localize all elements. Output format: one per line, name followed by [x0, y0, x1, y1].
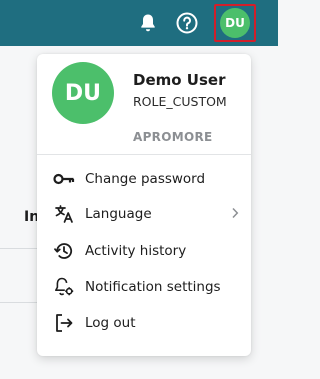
notifications-button[interactable] — [133, 0, 163, 46]
menu-item-label: Change password — [85, 171, 206, 187]
user-role: ROLE_CUSTOM — [133, 94, 227, 109]
user-card: DU Demo User ROLE_CUSTOM APROMORE — [37, 54, 251, 154]
avatar: DU — [220, 8, 250, 38]
menu-item-label: Notification settings — [85, 279, 221, 295]
history-icon — [53, 240, 75, 262]
logout-item[interactable]: Log out — [37, 305, 251, 341]
organization-name: APROMORE — [133, 130, 213, 144]
user-dropdown-menu: DU Demo User ROLE_CUSTOM APROMORE Change… — [37, 54, 251, 356]
user-menu-button[interactable]: DU — [214, 4, 256, 42]
help-icon — [176, 12, 198, 34]
activity-history-item[interactable]: Activity history — [37, 233, 251, 269]
background-divider — [0, 248, 40, 249]
notification-settings-item[interactable]: Notification settings — [37, 269, 251, 305]
menu-divider — [37, 154, 251, 155]
notification-settings-icon — [53, 276, 75, 298]
menu-item-label: Log out — [85, 315, 136, 331]
language-item[interactable]: Language — [37, 196, 251, 232]
menu-item-label: Language — [85, 206, 152, 222]
bell-icon — [141, 14, 155, 32]
logout-icon — [53, 312, 75, 334]
chevron-right-icon — [231, 207, 239, 219]
avatar-large: DU — [52, 62, 114, 124]
change-password-item[interactable]: Change password — [37, 161, 251, 197]
top-bar: DU — [0, 0, 278, 46]
help-button[interactable] — [172, 0, 202, 46]
menu-item-label: Activity history — [85, 243, 187, 259]
key-icon — [53, 168, 75, 190]
user-name: Demo User — [133, 71, 226, 89]
background-divider — [0, 302, 40, 303]
translate-icon — [53, 203, 75, 225]
